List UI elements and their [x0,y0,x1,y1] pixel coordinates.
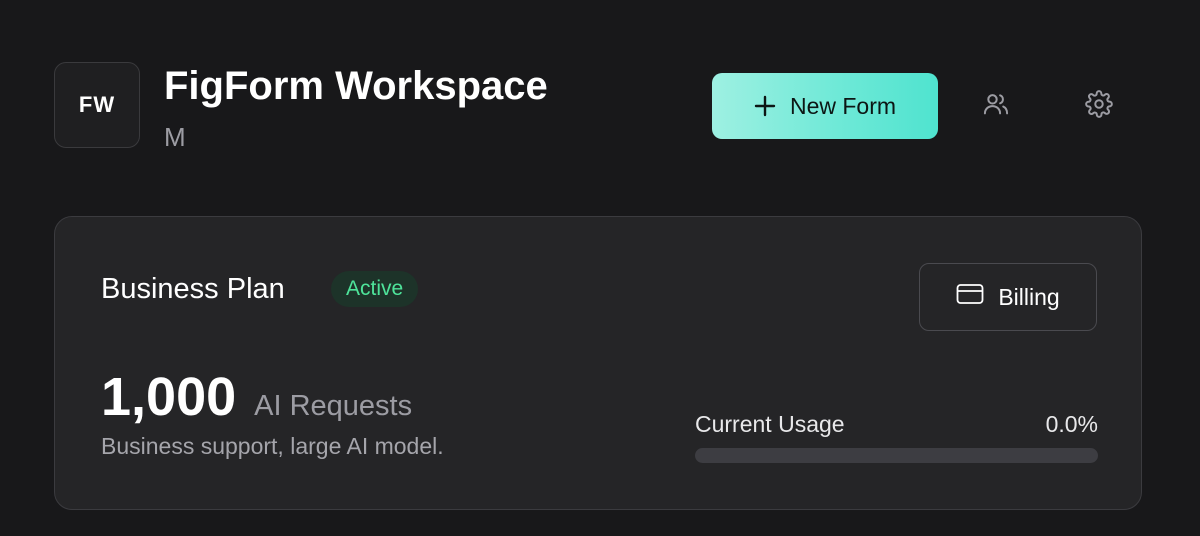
workspace-avatar: FW [54,62,140,148]
request-quota: 1,000 AI Requests [101,367,412,427]
request-count: 1,000 [101,367,237,427]
workspace-page: FW FigForm Workspace M New Form Business… [0,0,1200,536]
status-badge: Active [331,271,419,307]
credit-card-icon [956,283,984,311]
workspace-subtitle: M [164,122,186,152]
plan-card: Business Plan Active Billing 1,000 AI Re… [54,216,1142,510]
workspace-header: FW FigForm Workspace M New Form [54,62,1142,152]
billing-label: Billing [998,283,1060,310]
gear-icon [1085,89,1113,123]
plus-icon [754,95,776,117]
workspace-title: FigForm Workspace [164,64,548,108]
usage-section: Current Usage 0.0% [695,411,1098,463]
plan-description: Business support, large AI model. [101,433,444,459]
request-label: AI Requests [254,390,413,422]
workspace-title-block: FigForm Workspace M [164,62,548,152]
users-icon [982,90,1010,123]
usage-progress-bar [695,448,1098,463]
plan-name: Business Plan [101,273,285,305]
settings-button[interactable] [1079,86,1119,126]
usage-label: Current Usage [695,411,845,437]
members-button[interactable] [976,86,1016,126]
usage-value: 0.0% [1045,411,1098,437]
billing-button[interactable]: Billing [919,263,1097,331]
new-form-button[interactable]: New Form [712,73,938,139]
new-form-label: New Form [789,92,897,119]
